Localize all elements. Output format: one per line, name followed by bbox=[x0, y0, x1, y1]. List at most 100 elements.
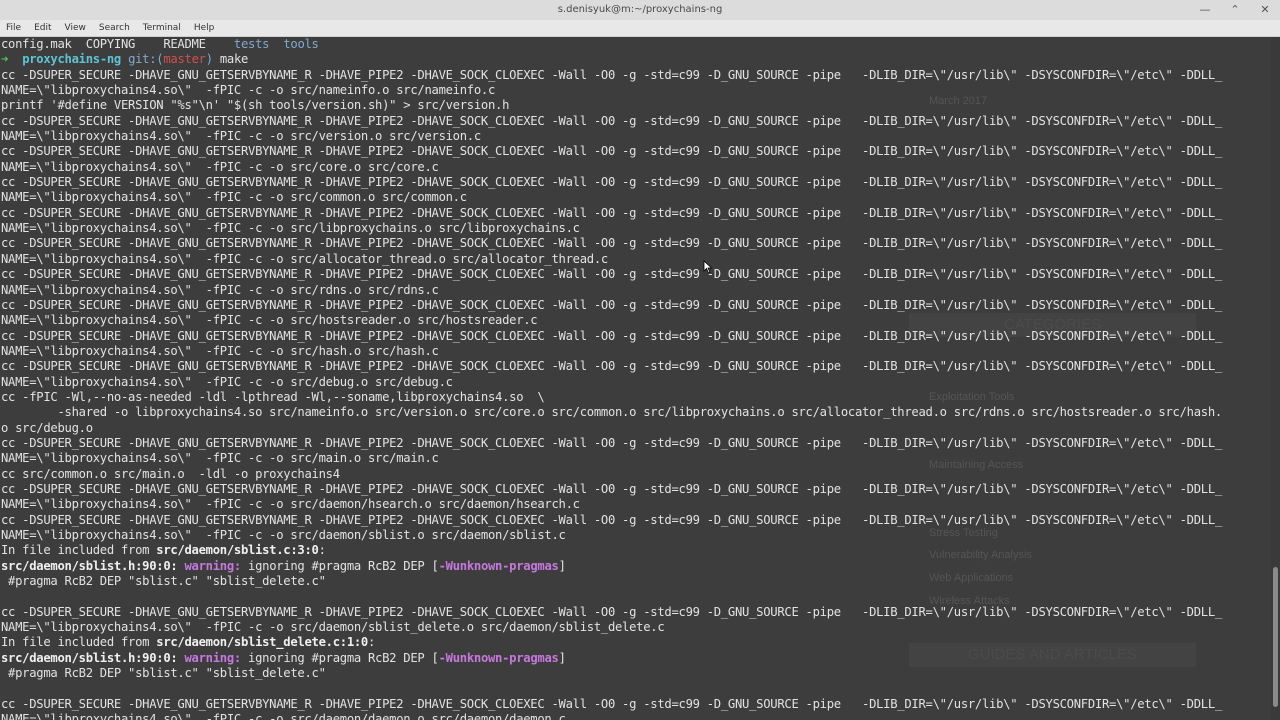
terminal-text-segment: tools bbox=[283, 37, 319, 51]
terminal-text-segment: make bbox=[212, 52, 249, 67]
terminal-text-segment: cc -DSUPER_SECURE -DHAVE_GNU_GETSERVBYNA… bbox=[1, 604, 1222, 619]
terminal-line: cc -DSUPER_SECURE -DHAVE_GNU_GETSERVBYNA… bbox=[1, 68, 1222, 83]
terminal-text-segment: cc -DSUPER_SECURE -DHAVE_GNU_GETSERVBYNA… bbox=[1, 205, 1222, 220]
terminal-text-segment: : bbox=[318, 543, 326, 558]
terminal-line: NAME=\"libproxychains4.so\" -fPIC -c -o … bbox=[1, 344, 1222, 359]
terminal-line: cc -DSUPER_SECURE -DHAVE_GNU_GETSERVBYNA… bbox=[1, 359, 1222, 374]
terminal-text-segment: ] bbox=[558, 558, 566, 573]
terminal-line: NAME=\"libproxychains4.so\" -fPIC -c -o … bbox=[1, 283, 1222, 298]
terminal-text-segment: NAME=\"libproxychains4.so\" -fPIC -c -o … bbox=[1, 190, 467, 205]
terminal-text-segment: o src/debug.o bbox=[1, 420, 93, 435]
terminal-line: -shared -o libproxychains4.so src/namein… bbox=[1, 405, 1222, 420]
terminal-text-segment: cc -DSUPER_SECURE -DHAVE_GNU_GETSERVBYNA… bbox=[1, 297, 1222, 312]
terminal-line: cc -DSUPER_SECURE -DHAVE_GNU_GETSERVBYNA… bbox=[1, 605, 1222, 620]
terminal-text-segment: ignoring #pragma RcB2 DEP [ bbox=[248, 558, 439, 573]
terminal-line: NAME=\"libproxychains4.so\" -fPIC -c -o … bbox=[1, 375, 1222, 390]
terminal-text-segment: ignoring #pragma RcB2 DEP [ bbox=[248, 650, 439, 665]
menu-terminal[interactable]: Terminal bbox=[143, 23, 181, 33]
terminal-line: NAME=\"libproxychains4.so\" -fPIC -c -o … bbox=[1, 712, 1222, 720]
mouse-cursor-icon bbox=[703, 260, 713, 274]
terminal-text-segment: ➜ bbox=[1, 52, 23, 67]
terminal-text-segment: NAME=\"libproxychains4.so\" -fPIC -c -o … bbox=[1, 528, 566, 542]
terminal-text-segment: warning: bbox=[184, 558, 249, 573]
terminal-text-segment: : bbox=[368, 635, 376, 650]
terminal-line: cc -DSUPER_SECURE -DHAVE_GNU_GETSERVBYNA… bbox=[1, 144, 1222, 159]
terminal-output[interactable]: March 2017 CATEGORIES Exploitation Tools… bbox=[0, 37, 1271, 720]
terminal-line: cc -DSUPER_SECURE -DHAVE_GNU_GETSERVBYNA… bbox=[1, 329, 1222, 344]
terminal-line: cc -DSUPER_SECURE -DHAVE_GNU_GETSERVBYNA… bbox=[1, 206, 1222, 221]
terminal-text-segment: NAME=\"libproxychains4.so\" -fPIC -c -o … bbox=[1, 251, 608, 266]
terminal-line: NAME=\"libproxychains4.so\" -fPIC -c -o … bbox=[1, 313, 1222, 328]
terminal-text-segment: cc -DSUPER_SECURE -DHAVE_GNU_GETSERVBYNA… bbox=[1, 236, 1222, 251]
terminal-line: printf '#define VERSION "%s"\n' "$(sh to… bbox=[1, 98, 1222, 113]
terminal-text-segment: tests bbox=[233, 37, 270, 51]
terminal-line: NAME=\"libproxychains4.so\" -fPIC -c -o … bbox=[1, 620, 1222, 635]
window-titlebar[interactable]: s.denisyuk@m:~/proxychains-ng — ⌃ ✕ bbox=[0, 0, 1280, 21]
close-icon[interactable]: ✕ bbox=[1258, 3, 1272, 17]
terminal-line: #pragma RcB2 DEP "sblist.c" "sblist_dele… bbox=[1, 574, 1222, 589]
menu-edit[interactable]: Edit bbox=[34, 23, 51, 33]
terminal-text-segment: In file included from bbox=[1, 635, 157, 650]
scrollbar-thumb[interactable] bbox=[1273, 567, 1278, 707]
terminal-text-segment: NAME=\"libproxychains4.so\" -fPIC -c -o … bbox=[1, 159, 439, 174]
terminal-scrollbar[interactable] bbox=[1271, 37, 1280, 720]
terminal-text-segment: NAME=\"libproxychains4.so\" -fPIC -c -o … bbox=[1, 497, 580, 512]
terminal-line: cc -DSUPER_SECURE -DHAVE_GNU_GETSERVBYNA… bbox=[1, 267, 1222, 282]
terminal-text-segment: -shared -o libproxychains4.so src/namein… bbox=[1, 405, 1222, 420]
terminal-text-segment: cc src/common.o src/main.o -ldl -o proxy… bbox=[1, 466, 340, 481]
terminal-text-segment: cc -DSUPER_SECURE -DHAVE_GNU_GETSERVBYNA… bbox=[1, 359, 1222, 374]
terminal-line: config.mak COPYING README tests tools bbox=[1, 37, 1222, 52]
terminal-text-segment: NAME=\"libproxychains4.so\" -fPIC -c -o … bbox=[1, 282, 439, 297]
terminal-text-segment: src/daemon/sblist.h:90:0: bbox=[1, 558, 185, 573]
maximize-icon[interactable]: ⌃ bbox=[1228, 3, 1242, 17]
terminal-line: cc -DSUPER_SECURE -DHAVE_GNU_GETSERVBYNA… bbox=[1, 513, 1222, 528]
terminal-text-segment: cc -DSUPER_SECURE -DHAVE_GNU_GETSERVBYNA… bbox=[1, 481, 1222, 496]
terminal-text-segment: NAME=\"libproxychains4.so\" -fPIC -c -o … bbox=[1, 712, 566, 720]
terminal-text-segment: #pragma RcB2 DEP "sblist.c" "sblist_dele… bbox=[1, 666, 326, 681]
terminal-text-segment: -Wunknown-pragmas bbox=[438, 558, 559, 573]
terminal-text-segment: cc -DSUPER_SECURE -DHAVE_GNU_GETSERVBYNA… bbox=[1, 328, 1222, 343]
terminal-text-segment: warning: bbox=[184, 650, 249, 665]
terminal-text-segment: src/daemon/sblist.h:90:0: bbox=[1, 650, 185, 665]
terminal-line: NAME=\"libproxychains4.so\" -fPIC -c -o … bbox=[1, 160, 1222, 175]
terminal-text-segment: NAME=\"libproxychains4.so\" -fPIC -c -o … bbox=[1, 83, 496, 98]
terminal-text-segment: NAME=\"libproxychains4.so\" -fPIC -c -o … bbox=[1, 129, 481, 144]
terminal-text-segment: cc -DSUPER_SECURE -DHAVE_GNU_GETSERVBYNA… bbox=[1, 435, 1222, 450]
terminal-text-segment: NAME=\"libproxychains4.so\" -fPIC -c -o … bbox=[1, 620, 665, 635]
terminal-line: ➜ proxychains-ng git:(master) make bbox=[1, 52, 1222, 67]
menu-view[interactable]: View bbox=[65, 23, 86, 33]
terminal-text-segment: cc -fPIC -Wl,--no-as-needed -ldl -lpthre… bbox=[1, 389, 545, 404]
terminal-text-segment: NAME=\"libproxychains4.so\" -fPIC -c -o … bbox=[1, 343, 439, 358]
terminal-text-segment: cc -DSUPER_SECURE -DHAVE_GNU_GETSERVBYNA… bbox=[1, 267, 1222, 282]
terminal-text-segment: NAME=\"libproxychains4.so\" -fPIC -c -o … bbox=[1, 374, 453, 389]
terminal-text-segment: In file included from bbox=[1, 543, 157, 558]
terminal-line: cc -DSUPER_SECURE -DHAVE_GNU_GETSERVBYNA… bbox=[1, 236, 1222, 251]
terminal-line: cc -fPIC -Wl,--no-as-needed -ldl -lpthre… bbox=[1, 390, 1222, 405]
terminal-line: NAME=\"libproxychains4.so\" -fPIC -c -o … bbox=[1, 83, 1222, 98]
terminal-line: #pragma RcB2 DEP "sblist.c" "sblist_dele… bbox=[1, 666, 1222, 681]
terminal-line: In file included from src/daemon/sblist_… bbox=[1, 635, 1222, 650]
menu-search[interactable]: Search bbox=[99, 23, 130, 33]
terminal-line: cc -DSUPER_SECURE -DHAVE_GNU_GETSERVBYNA… bbox=[1, 298, 1222, 313]
minimize-icon[interactable]: — bbox=[1198, 3, 1212, 17]
terminal-line: src/daemon/sblist.h:90:0: warning: ignor… bbox=[1, 559, 1222, 574]
terminal-line: cc -DSUPER_SECURE -DHAVE_GNU_GETSERVBYNA… bbox=[1, 697, 1222, 712]
terminal-text-segment: NAME=\"libproxychains4.so\" -fPIC -c -o … bbox=[1, 221, 580, 236]
window-controls: — ⌃ ✕ bbox=[1198, 3, 1272, 17]
terminal-line: cc -DSUPER_SECURE -DHAVE_GNU_GETSERVBYNA… bbox=[1, 175, 1222, 190]
terminal-text-segment: cc -DSUPER_SECURE -DHAVE_GNU_GETSERVBYNA… bbox=[1, 696, 1222, 711]
terminal-text-segment: cc -DSUPER_SECURE -DHAVE_GNU_GETSERVBYNA… bbox=[1, 512, 1222, 527]
terminal-line: NAME=\"libproxychains4.so\" -fPIC -c -o … bbox=[1, 252, 1222, 267]
terminal-line: NAME=\"libproxychains4.so\" -fPIC -c -o … bbox=[1, 451, 1222, 466]
terminal-text-segment: #pragma RcB2 DEP "sblist.c" "sblist_dele… bbox=[1, 574, 326, 589]
terminal-text-segment: NAME=\"libproxychains4.so\" -fPIC -c -o … bbox=[1, 451, 439, 466]
terminal-text-segment: cc -DSUPER_SECURE -DHAVE_GNU_GETSERVBYNA… bbox=[1, 144, 1222, 159]
terminal-text-segment: master bbox=[163, 52, 206, 67]
menu-help[interactable]: Help bbox=[194, 23, 215, 33]
terminal-line: cc -DSUPER_SECURE -DHAVE_GNU_GETSERVBYNA… bbox=[1, 436, 1222, 451]
terminal-line: cc -DSUPER_SECURE -DHAVE_GNU_GETSERVBYNA… bbox=[1, 114, 1222, 129]
menu-file[interactable]: File bbox=[6, 23, 21, 33]
terminal-text-segment: src/daemon/sblist_delete.c:1:0 bbox=[156, 635, 368, 650]
